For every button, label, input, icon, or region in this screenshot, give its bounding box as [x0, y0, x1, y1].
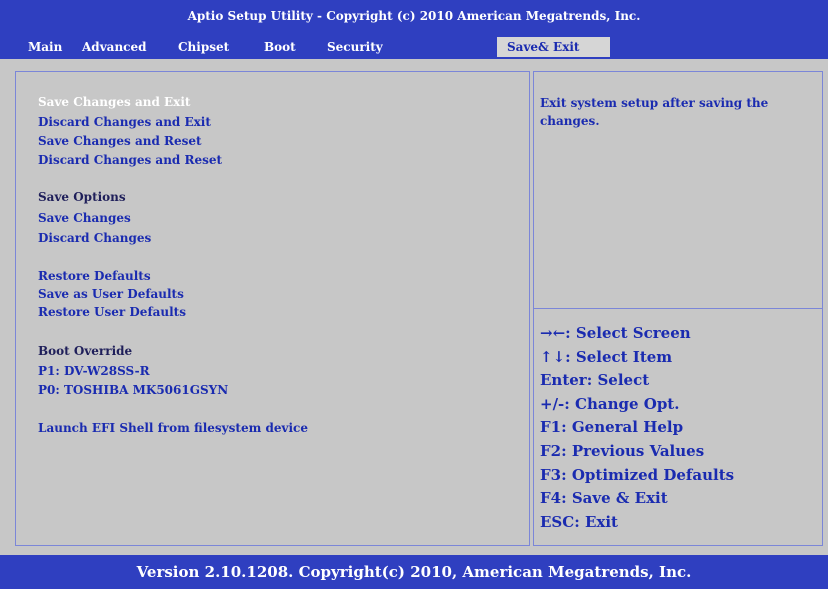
menu-item-save-as-user-defaults[interactable]: Save as User Defaults [38, 287, 184, 301]
menu-item-save-changes[interactable]: Save Changes [38, 211, 131, 225]
key-change-opt: +/-: Change Opt. [540, 394, 680, 413]
tab-main[interactable]: Main [18, 37, 72, 57]
save-options-heading: Save Options [38, 190, 126, 204]
help-text: Exit system setup after saving the chang… [540, 96, 769, 128]
key-select-item: ↑↓: Select Item [540, 347, 673, 366]
tab-boot[interactable]: Boot [254, 37, 306, 57]
footer-version: Version 2.10.1208. Copyright(c) 2010, Am… [136, 563, 692, 581]
key-general-help: F1: General Help [540, 418, 684, 437]
help-divider [534, 308, 822, 309]
menu-bar: Main Advanced Chipset Boot Security Save… [0, 33, 828, 59]
menu-item-boot-p1[interactable]: P1: DV-W28SS-R [38, 364, 150, 378]
key-optimized-defaults: F3: Optimized Defaults [540, 465, 735, 484]
key-select-screen: →←: Select Screen [540, 324, 691, 342]
menu-item-restore-defaults[interactable]: Restore Defaults [38, 269, 151, 283]
menu-item-launch-efi-shell[interactable]: Launch EFI Shell from filesystem device [38, 421, 308, 435]
key-esc-exit: ESC: Exit [540, 512, 618, 531]
menu-item-discard-changes[interactable]: Discard Changes [38, 231, 151, 245]
key-previous-values: F2: Previous Values [540, 441, 705, 460]
key-enter-select: Enter: Select [540, 371, 650, 390]
menu-item-discard-changes-and-exit[interactable]: Discard Changes and Exit [38, 115, 211, 129]
menu-item-restore-user-defaults[interactable]: Restore User Defaults [38, 305, 186, 319]
menu-item-save-changes-and-reset[interactable]: Save Changes and Reset [38, 134, 202, 148]
menu-item-boot-p0[interactable]: P0: TOSHIBA MK5061GSYN [38, 383, 228, 397]
main-area: Save Changes and Exit Discard Changes an… [0, 59, 828, 555]
options-panel: Save Changes and Exit Discard Changes an… [15, 71, 530, 546]
menu-item-discard-changes-and-reset[interactable]: Discard Changes and Reset [38, 153, 222, 167]
tab-advanced[interactable]: Advanced [72, 37, 157, 57]
tab-chipset[interactable]: Chipset [168, 37, 239, 57]
window-title: Aptio Setup Utility - Copyright (c) 2010… [187, 9, 641, 23]
tab-save-exit[interactable]: Save& Exit [497, 37, 610, 57]
tab-security[interactable]: Security [317, 37, 393, 57]
menu-item-save-changes-and-exit[interactable]: Save Changes and Exit [38, 95, 190, 109]
boot-override-heading: Boot Override [38, 344, 133, 358]
key-legend: →←: Select Screen ↑↓: Select Item Enter:… [540, 322, 820, 534]
key-save-exit: F4: Save & Exit [540, 489, 668, 508]
help-panel: Exit system setup after saving the chang… [533, 71, 823, 546]
